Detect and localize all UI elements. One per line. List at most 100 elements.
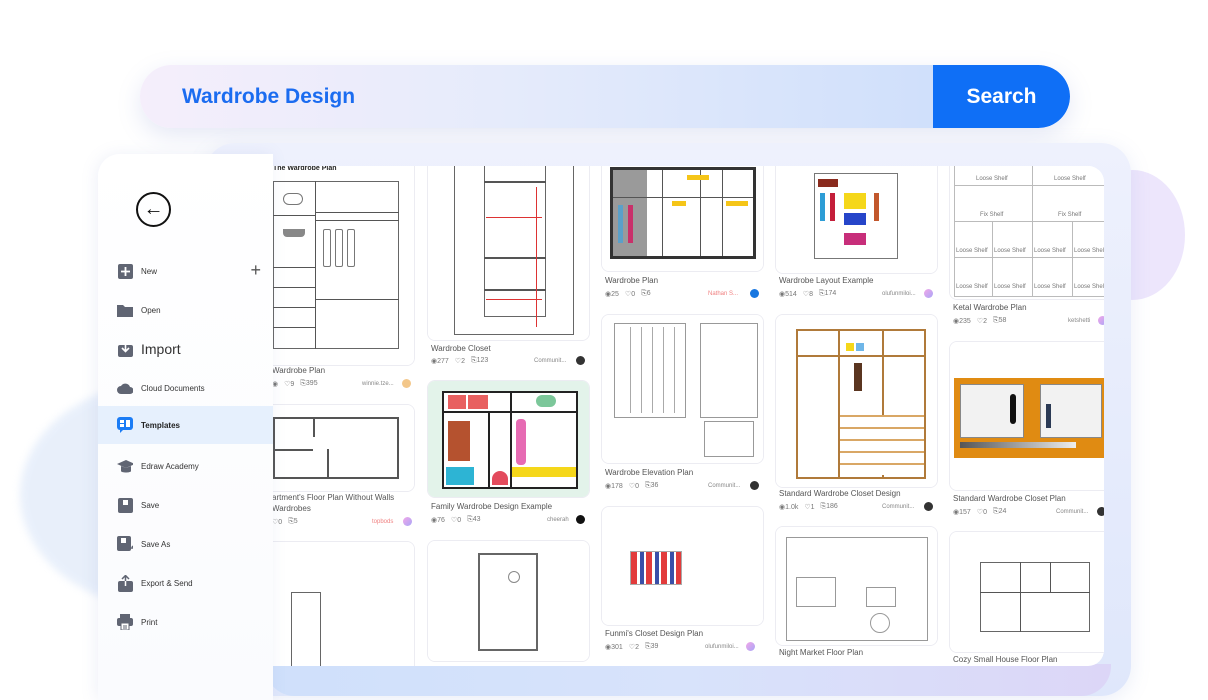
menu-item-save[interactable]: Save: [98, 486, 273, 524]
search-button[interactable]: Search: [933, 65, 1070, 128]
template-card[interactable]: [775, 314, 938, 488]
template-stats: ◉1.0k ♡1 ⎘186: [779, 503, 838, 511]
author-avatar[interactable]: [750, 481, 759, 490]
menu-item-cloud-documents[interactable]: Cloud Documents: [98, 369, 273, 407]
template-title[interactable]: Family Wardrobe Design Example: [431, 502, 552, 511]
author-avatar[interactable]: [750, 289, 759, 298]
template-card[interactable]: The Wardrobe Plan: [272, 166, 415, 366]
template-title[interactable]: Wardrobe Plan: [272, 366, 325, 375]
template-thumbnail: [602, 315, 763, 463]
template-author[interactable]: olufunmiloi...: [705, 644, 739, 650]
template-stats: ◉514 ♡8 ⎘174: [779, 290, 837, 298]
template-author[interactable]: winnie.tze...: [362, 381, 394, 387]
template-card[interactable]: [601, 166, 764, 272]
menu-item-label: Templates: [141, 420, 180, 430]
menu-item-label: Save: [141, 500, 160, 510]
template-card[interactable]: [601, 506, 764, 626]
template-card[interactable]: Loose Shelf Loose Shelf Fix Shelf Fix Sh…: [949, 166, 1104, 300]
author-avatar[interactable]: [924, 289, 933, 298]
back-button[interactable]: ←: [136, 192, 171, 227]
template-thumbnail: [776, 166, 937, 273]
template-card[interactable]: [949, 341, 1104, 491]
folder-icon: [117, 302, 133, 318]
template-card[interactable]: [427, 380, 590, 498]
template-title[interactable]: Standard Wardrobe Closet Design: [779, 489, 901, 498]
template-card[interactable]: [601, 314, 764, 464]
menu-item-export-send[interactable]: Export & Send: [98, 564, 273, 602]
template-title[interactable]: Cozy Small House Floor Plan: [953, 655, 1057, 664]
template-author[interactable]: Communit...: [534, 358, 566, 364]
menu-item-save-as[interactable]: Save As: [98, 525, 273, 563]
template-title[interactable]: Standard Wardrobe Closet Plan: [953, 494, 1066, 503]
menu-item-templates[interactable]: Templates: [98, 406, 273, 444]
template-stats: ◉277 ♡2 ⎘123: [431, 357, 489, 365]
menu-item-label: Cloud Documents: [141, 383, 205, 393]
file-menu-sidebar: ← New + Open Import Cloud Documents Temp…: [98, 154, 273, 700]
template-author[interactable]: Nathan S...: [708, 291, 738, 297]
menu-item-label: Open: [141, 305, 161, 315]
template-author[interactable]: olufunmiloi...: [882, 291, 916, 297]
save-icon: [117, 497, 133, 513]
template-author[interactable]: cheerah: [547, 517, 569, 523]
template-stats: ◉301 ♡2 ⎘39: [605, 643, 659, 651]
template-title[interactable]: Wardrobe Layout Example: [779, 276, 873, 285]
author-avatar[interactable]: [1098, 316, 1104, 325]
author-avatar[interactable]: [924, 502, 933, 511]
template-stats: ♡0 ⎘5: [272, 518, 298, 526]
template-title[interactable]: Wardrobe Closet: [431, 344, 491, 353]
save-as-icon: [117, 536, 133, 552]
template-card[interactable]: [272, 404, 415, 492]
template-thumbnail: [602, 166, 763, 271]
template-card[interactable]: [775, 526, 938, 646]
menu-item-label: Print: [141, 617, 158, 627]
template-card[interactable]: [427, 540, 590, 662]
template-thumbnail: [776, 315, 937, 487]
menu-item-edraw-academy[interactable]: Edraw Academy: [98, 447, 273, 485]
arrow-left-icon: ←: [143, 198, 164, 220]
template-card[interactable]: [427, 166, 590, 341]
template-thumbnail: [776, 527, 937, 645]
author-avatar[interactable]: [1097, 507, 1104, 516]
menu-item-print[interactable]: Print: [98, 603, 273, 641]
author-avatar[interactable]: [576, 356, 585, 365]
template-author[interactable]: Communit...: [708, 483, 740, 489]
author-avatar[interactable]: [403, 517, 412, 526]
thumbnail-caption: The Wardrobe Plan: [273, 166, 337, 172]
template-title[interactable]: artment's Floor Plan Without Walls: [272, 493, 394, 502]
templates-gallery: The Wardrobe Plan Wardrobe Plan ◉ ♡9 ⎘39…: [272, 166, 1104, 666]
menu-item-label: Export & Send: [141, 578, 193, 588]
template-title[interactable]: Funmi's Closet Design Plan: [605, 629, 703, 638]
author-avatar[interactable]: [746, 642, 755, 651]
search-input[interactable]: [140, 84, 933, 109]
template-card[interactable]: [775, 166, 938, 274]
menu-item-new[interactable]: New +: [98, 252, 273, 290]
copies-count: 395: [305, 380, 318, 387]
templates-icon: [117, 417, 133, 433]
menu-item-import[interactable]: Import: [98, 330, 273, 368]
template-thumbnail: [428, 541, 589, 661]
template-title[interactable]: Wardrobe Elevation Plan: [605, 468, 693, 477]
template-title-line2[interactable]: Wardrobes: [272, 504, 311, 513]
template-stats: ◉76 ♡0 ⎘43: [431, 516, 481, 524]
template-title[interactable]: Night Market Floor Plan: [779, 648, 863, 657]
template-card[interactable]: [272, 541, 415, 666]
template-thumbnail: [272, 542, 414, 666]
template-title[interactable]: Ketal Wardrobe Plan: [953, 303, 1027, 312]
menu-item-label: Edraw Academy: [141, 461, 199, 471]
template-author[interactable]: ketshetti: [1068, 318, 1090, 324]
author-avatar[interactable]: [402, 379, 411, 388]
template-stats: ◉25 ♡0 ⎘6: [605, 290, 651, 298]
template-thumbnail: The Wardrobe Plan: [272, 166, 414, 365]
template-author[interactable]: topbods: [372, 519, 393, 525]
template-author[interactable]: Communit...: [1056, 509, 1088, 515]
menu-item-open[interactable]: Open: [98, 291, 273, 329]
template-author[interactable]: Communit...: [882, 504, 914, 510]
template-card[interactable]: [949, 531, 1104, 653]
template-thumbnail: [602, 507, 763, 625]
template-title[interactable]: Wardrobe Plan: [605, 276, 658, 285]
new-file-icon: [117, 263, 133, 279]
likes-count: 9: [290, 381, 295, 388]
printer-icon: [117, 614, 133, 630]
add-icon[interactable]: +: [250, 260, 261, 281]
author-avatar[interactable]: [576, 515, 585, 524]
